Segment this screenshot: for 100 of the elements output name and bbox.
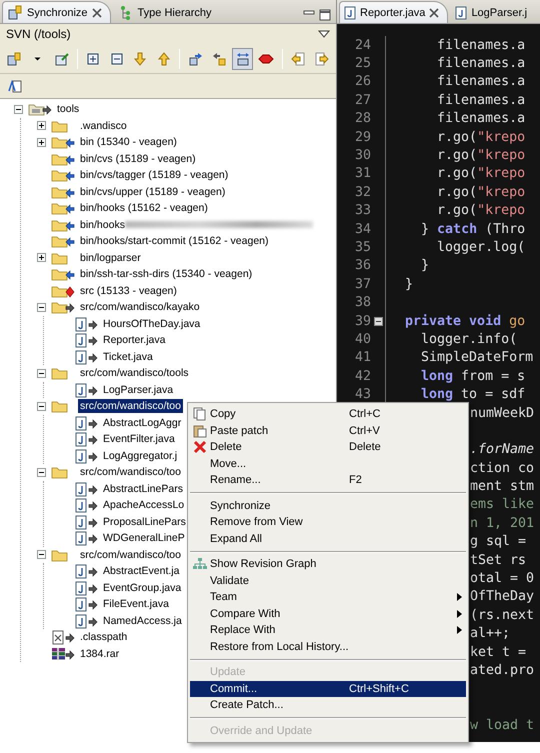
tree-item[interactable]: bin/hooks (15162 - veagen) (78, 201, 210, 216)
java-file-icon (455, 6, 468, 20)
menu-item[interactable]: Copy Ctrl+C (190, 406, 466, 422)
line-number: 37 (354, 276, 371, 292)
tree-item[interactable]: FileEvent.java (101, 597, 171, 612)
tree-item[interactable]: AbstractLogAggr (101, 416, 184, 430)
line-number: 28 (354, 111, 371, 126)
menu-item[interactable]: Paste patch Ctrl+V (190, 422, 466, 439)
expand-toggle[interactable] (37, 138, 46, 147)
expand-toggle[interactable] (37, 368, 46, 378)
code-line: al++; (470, 625, 510, 643)
tree-item[interactable]: bin (15340 - veagen) (78, 135, 179, 150)
expand-toggle[interactable] (14, 104, 23, 114)
revision-graph-icon (192, 557, 208, 572)
tree-item[interactable]: LogParser.java (101, 382, 176, 397)
code-line: ment stm (470, 478, 534, 496)
menu-item[interactable]: Rename... F2 (190, 472, 466, 488)
code-line: filenames.a (436, 36, 526, 54)
menu-item[interactable]: Commit... Ctrl+Shift+C (190, 680, 466, 697)
menu-item[interactable]: Team (190, 589, 466, 606)
fold-marker-icon[interactable] (374, 316, 382, 326)
view-menu-icon[interactable] (318, 30, 330, 38)
tree-item[interactable]: AbstractLinePars (101, 482, 185, 496)
tree-item[interactable]: EventGroup.java (101, 580, 184, 595)
tree-item[interactable]: WDGeneralLineP (101, 531, 187, 546)
menu-item[interactable]: Expand All (190, 530, 466, 547)
expand-toggle[interactable] (37, 302, 46, 312)
line-number: 24 (354, 38, 371, 53)
code-line: } (404, 276, 414, 294)
caret-icon (34, 56, 42, 60)
tab-label: LogParser.j (471, 6, 528, 18)
tree-item[interactable]: bin/cvs/tagger (15189 - veagen) (78, 168, 230, 182)
tree-item[interactable]: tools (55, 102, 82, 116)
menu-item[interactable]: Show Revision Graph (190, 556, 466, 572)
menu-item[interactable]: Compare With (190, 606, 466, 622)
line-number: 39 (354, 314, 371, 329)
tree-item[interactable]: ApacheAccessLo (101, 498, 186, 512)
code-line: ction co (470, 460, 534, 478)
tree-item[interactable]: src (15133 - veagen) (78, 284, 179, 298)
tree-item[interactable]: Ticket.java (101, 350, 155, 364)
menu-item[interactable]: Move... (190, 456, 466, 472)
menu-item[interactable]: Validate (190, 572, 466, 589)
line-number: 40 (354, 332, 371, 347)
menu-item[interactable]: Synchronize (190, 498, 466, 514)
incoming-mode-icon (188, 50, 204, 66)
code-line: } (420, 257, 430, 276)
delete-icon (193, 440, 207, 454)
tree-item[interactable]: .wandisco (78, 118, 129, 133)
menu-item[interactable]: Replace With (190, 622, 466, 638)
tree-item[interactable]: Reporter.java (101, 333, 168, 348)
tree-item[interactable]: src/com/wandisco/too (78, 399, 183, 414)
code-line: ated.pro (470, 662, 534, 680)
expand-toggle[interactable] (37, 550, 46, 560)
tree-item[interactable]: bin/hooks/start-commit (15162 - veagen) (78, 234, 271, 248)
tree-item[interactable]: AbstractEvent.ja (101, 564, 182, 578)
code-line: w load t (470, 717, 534, 735)
code-line: g sql = (470, 533, 526, 551)
expand-toggle[interactable] (37, 402, 46, 411)
line-number: 42 (354, 368, 371, 384)
menu-item[interactable]: Restore from Local History... (190, 638, 466, 655)
tree-item[interactable]: ProposalLinePars (101, 514, 188, 529)
tree-item[interactable]: bin/cvs (15189 - veagen) (78, 152, 198, 166)
tree-item[interactable]: LogAggregator.j (101, 448, 180, 463)
editor-tab[interactable]: LogParser.j (450, 1, 536, 23)
code-line: } catch (Thro (420, 220, 526, 238)
menu-item[interactable]: Create Patch... (190, 697, 466, 714)
expand-toggle[interactable] (37, 253, 46, 262)
tree-item[interactable]: src/com/wandisco/tools (78, 366, 191, 380)
toolbar-button[interactable] (232, 48, 254, 70)
editor-tab[interactable]: Reporter.java (339, 1, 448, 23)
view-tab[interactable]: Type Hierarchy (112, 1, 221, 23)
up-arrow-icon (156, 50, 172, 66)
menu-item[interactable]: Remove from View (190, 514, 466, 530)
tree-item[interactable]: bin/ssh-tar-ssh-dirs (15340 - veagen) (78, 267, 254, 282)
line-number: 35 (354, 240, 371, 255)
code-line: r.go("krepo (436, 147, 526, 165)
tree-item[interactable]: 1384.rar (78, 646, 122, 661)
line-number: 33 (354, 203, 371, 218)
tree-item[interactable]: src/com/wandisco/too (78, 465, 183, 480)
java-file-icon (344, 6, 356, 20)
maximize-icon[interactable] (318, 7, 332, 23)
expand-toggle[interactable] (37, 468, 46, 477)
tree-item[interactable]: bin/logparser (78, 250, 143, 265)
tree-item[interactable]: src/com/wandisco/too (78, 548, 183, 562)
tree-item[interactable]: bin/cvs/upper (15189 - veagen) (78, 184, 228, 199)
tree-item[interactable]: src/com/wandisco/kayako (78, 300, 202, 314)
close-icon[interactable] (429, 8, 440, 18)
code-line: filenames.a (436, 55, 526, 73)
code-line: otal = 0 (470, 570, 534, 588)
tree-item[interactable]: NamedAccess.ja (101, 614, 184, 628)
tree-item[interactable]: EventFilter.java (101, 432, 177, 446)
close-icon[interactable] (92, 8, 102, 18)
tree-item[interactable]: HoursOfTheDay.java (101, 316, 202, 331)
tree-item[interactable]: bin/hooks (78, 218, 127, 232)
tree-item[interactable]: .classpath (78, 630, 130, 644)
view-tab[interactable]: Synchronize (2, 1, 111, 23)
expand-toggle[interactable] (37, 121, 46, 130)
code-line: numWeekD (470, 404, 534, 422)
menu-item[interactable]: Delete Delete (190, 439, 466, 456)
line-number: 32 (354, 184, 371, 200)
